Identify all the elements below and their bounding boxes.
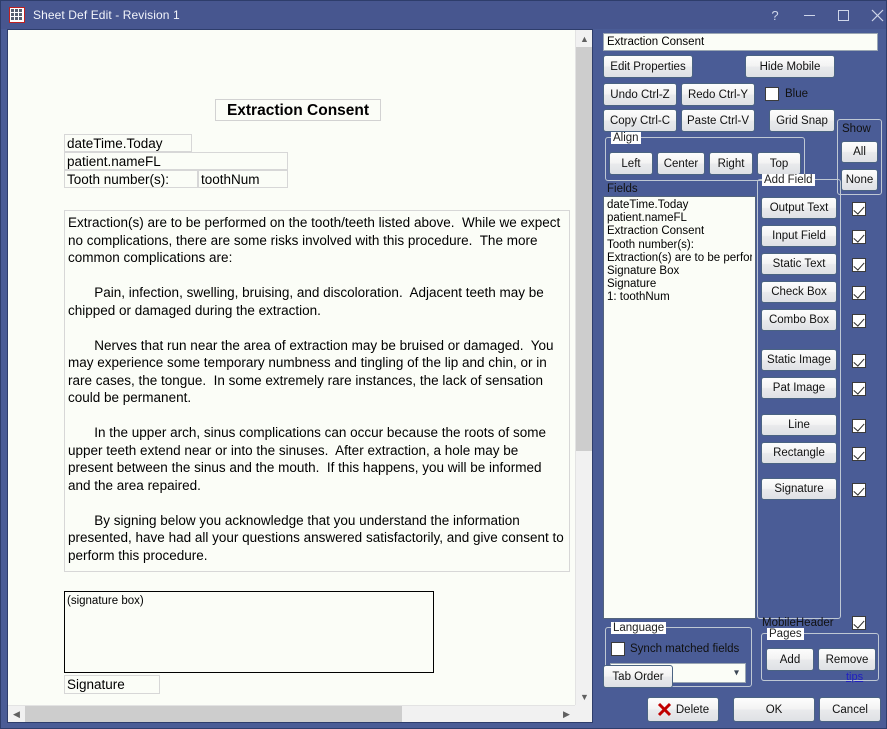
tab-order-button[interactable]: Tab Order — [603, 665, 673, 688]
synch-matched-fields-label: Synch matched fields — [630, 643, 739, 655]
blue-checkbox[interactable] — [765, 87, 779, 101]
fields-list-item[interactable]: Extraction(s) are to be perfor — [607, 252, 752, 265]
horizontal-scroll-thumb[interactable] — [25, 706, 402, 723]
ok-button[interactable]: OK — [733, 697, 815, 722]
delete-x-icon — [657, 702, 672, 717]
vertical-scrollbar[interactable]: ▲ ▼ — [575, 30, 592, 705]
show-none-button[interactable]: None — [841, 169, 878, 191]
horizontal-scrollbar[interactable]: ◀ ▶ — [8, 705, 575, 722]
chevron-down-icon: ▾ — [734, 668, 739, 679]
show-pat-image-checkbox[interactable] — [852, 382, 866, 396]
field-consent-body[interactable]: Extraction(s) are to be performed on the… — [64, 210, 570, 572]
copy-button[interactable]: Copy Ctrl-C — [603, 109, 677, 132]
field-signature-box[interactable]: (signature box) — [64, 591, 434, 673]
align-right-button[interactable]: Right — [709, 152, 753, 175]
add-signature-button[interactable]: Signature — [761, 478, 837, 500]
sheet-preview-pane[interactable]: Extraction Consent dateTime.Today patien… — [7, 29, 593, 723]
add-pat-image-button[interactable]: Pat Image — [761, 377, 837, 399]
page-remove-button[interactable]: Remove — [818, 648, 876, 671]
field-title[interactable]: Extraction Consent — [215, 99, 381, 121]
show-group-label: Show — [842, 123, 871, 135]
grid-snap-button[interactable]: Grid Snap — [769, 109, 835, 132]
align-group-label: Align — [611, 132, 641, 144]
add-static-text-button[interactable]: Static Text — [761, 253, 837, 275]
fields-list-item[interactable]: Signature — [607, 278, 752, 291]
show-mobile-header-checkbox[interactable] — [852, 616, 866, 630]
add-combo-box-button[interactable]: Combo Box — [761, 309, 837, 331]
scroll-left-arrow[interactable]: ◀ — [8, 706, 25, 723]
show-all-button[interactable]: All — [841, 141, 878, 163]
delete-button-label: Delete — [676, 704, 709, 716]
undo-button[interactable]: Undo Ctrl-Z — [603, 83, 677, 106]
sheet-canvas[interactable]: Extraction Consent dateTime.Today patien… — [8, 30, 576, 706]
help-icon: ? — [771, 8, 778, 23]
grid-icon — [9, 7, 25, 23]
title-bar: Sheet Def Edit - Revision 1 ? — [1, 1, 886, 29]
sheet-def-edit-window: Sheet Def Edit - Revision 1 ? Extraction… — [0, 0, 887, 729]
show-output-text-checkbox[interactable] — [852, 202, 866, 216]
fields-list-item[interactable]: dateTime.Today — [607, 199, 752, 212]
language-group-label: Language — [611, 622, 666, 634]
field-tooth-number-label[interactable]: Tooth number(s): — [64, 170, 198, 188]
align-top-button[interactable]: Top — [757, 152, 801, 175]
minimize-icon — [804, 15, 815, 16]
show-static-text-checkbox[interactable] — [852, 258, 866, 272]
close-icon — [871, 9, 884, 22]
scroll-up-arrow[interactable]: ▲ — [576, 30, 593, 47]
add-line-button[interactable]: Line — [761, 414, 837, 436]
field-patient-namefl[interactable]: patient.nameFL — [64, 152, 288, 170]
page-add-button[interactable]: Add — [766, 648, 814, 671]
show-check-box-checkbox[interactable] — [852, 286, 866, 300]
scrollbar-corner — [575, 705, 592, 722]
maximize-button[interactable] — [826, 1, 860, 29]
add-static-image-button[interactable]: Static Image — [761, 349, 837, 371]
add-rectangle-button[interactable]: Rectangle — [761, 442, 837, 464]
help-button[interactable]: ? — [758, 1, 792, 29]
window-title: Sheet Def Edit - Revision 1 — [33, 8, 180, 22]
field-tooth-number-value[interactable]: toothNum — [198, 170, 288, 188]
pages-group-label: Pages — [767, 628, 804, 640]
cancel-button[interactable]: Cancel — [819, 697, 881, 722]
close-button[interactable] — [860, 1, 887, 29]
show-line-checkbox[interactable] — [852, 419, 866, 433]
add-output-text-button[interactable]: Output Text — [761, 197, 837, 219]
fields-list-item[interactable]: 1: toothNum — [607, 291, 752, 304]
fields-list-item[interactable]: patient.nameFL — [607, 212, 752, 225]
synch-matched-fields-checkbox[interactable] — [611, 642, 625, 656]
blue-checkbox-label: Blue — [785, 88, 808, 100]
sheet-name-input[interactable]: Extraction Consent — [603, 33, 878, 51]
scroll-right-arrow[interactable]: ▶ — [558, 706, 575, 723]
show-signature-checkbox[interactable] — [852, 483, 866, 497]
redo-button[interactable]: Redo Ctrl-Y — [681, 83, 755, 106]
hide-mobile-button[interactable]: Hide Mobile — [745, 55, 835, 78]
delete-button[interactable]: Delete — [647, 697, 719, 722]
vertical-scroll-thumb[interactable] — [576, 47, 593, 451]
edit-properties-button[interactable]: Edit Properties — [603, 55, 693, 78]
fields-list-item[interactable]: Extraction Consent — [607, 225, 752, 238]
add-field-group-label: Add Field — [762, 174, 815, 186]
fields-listbox[interactable]: dateTime.Todaypatient.nameFLExtraction C… — [603, 196, 756, 619]
scroll-down-arrow[interactable]: ▼ — [576, 688, 593, 705]
show-combo-box-checkbox[interactable] — [852, 314, 866, 328]
show-rectangle-checkbox[interactable] — [852, 447, 866, 461]
align-center-button[interactable]: Center — [657, 152, 705, 175]
editor-tools-panel: Extraction Consent Edit Properties Hide … — [599, 31, 882, 723]
show-input-field-checkbox[interactable] — [852, 230, 866, 244]
show-static-image-checkbox[interactable] — [852, 354, 866, 368]
fields-group-label: Fields — [607, 183, 638, 195]
add-check-box-button[interactable]: Check Box — [761, 281, 837, 303]
align-left-button[interactable]: Left — [609, 152, 653, 175]
minimize-button[interactable] — [792, 1, 826, 29]
fields-list-item[interactable]: Tooth number(s): — [607, 239, 752, 252]
fields-list-item[interactable]: Signature Box — [607, 265, 752, 278]
field-signature-label[interactable]: Signature — [64, 675, 160, 694]
tips-link[interactable]: tips — [846, 671, 863, 683]
add-input-field-button[interactable]: Input Field — [761, 225, 837, 247]
paste-button[interactable]: Paste Ctrl-V — [681, 109, 755, 132]
maximize-icon — [838, 10, 849, 21]
field-datetime-today[interactable]: dateTime.Today — [64, 134, 192, 152]
